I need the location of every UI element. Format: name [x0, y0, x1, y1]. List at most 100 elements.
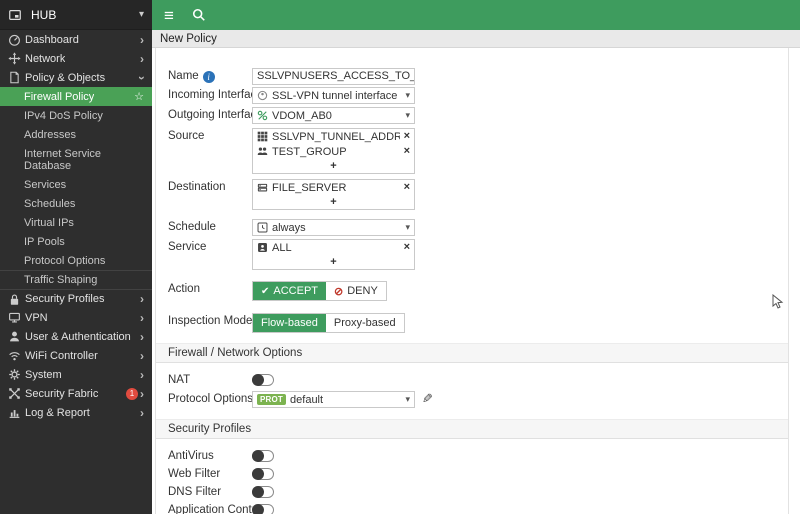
sidebar-item-firewall-policy[interactable]: Firewall Policy: [0, 87, 152, 106]
sidebar-item-user-authentication[interactable]: User & Authentication: [0, 327, 152, 346]
source-multiselect: SSLVPN_TUNNEL_ADDR1 TEST_GROUP: [252, 128, 415, 174]
destination-item[interactable]: FILE_SERVER: [253, 180, 414, 195]
inspection-mode-row: Inspection Mode Flow-based Proxy-based: [168, 313, 788, 333]
sidebar-item-services[interactable]: Services: [0, 175, 152, 194]
gear-icon: [8, 368, 25, 381]
chevron-right-icon: [140, 331, 144, 343]
protocol-options-label: Protocol Options: [168, 393, 254, 405]
dns-filter-label: DNS Filter: [168, 485, 222, 498]
sidebar-item-ip-pools[interactable]: IP Pools: [0, 232, 152, 251]
service-add-button[interactable]: [253, 255, 414, 269]
bar-chart-icon: [8, 406, 25, 419]
remove-icon[interactable]: [404, 146, 410, 157]
nat-toggle[interactable]: [252, 373, 274, 386]
breadcrumb: New Policy: [152, 30, 800, 48]
accept-button[interactable]: ACCEPT: [253, 282, 327, 300]
sidebar-item-security-profiles[interactable]: Security Profiles: [0, 289, 152, 308]
favorite-star-icon[interactable]: [134, 90, 144, 103]
schedule-label: Schedule: [168, 221, 216, 233]
action-segmented-control: ACCEPT DENY: [252, 281, 387, 301]
hamburger-menu-icon[interactable]: [164, 7, 174, 24]
firewall-network-options-header: Firewall / Network Options: [156, 343, 788, 363]
plus-icon: [330, 257, 336, 268]
protocol-options-row: Protocol Options PROT default: [168, 391, 788, 409]
caret-down-icon: [139, 9, 144, 20]
policy-form-card: Name SSLVPNUSERS_ACCESS_TO_FILESERV Inco…: [155, 48, 789, 514]
sidebar-item-internet-service-database[interactable]: Internet Service Database: [0, 144, 152, 175]
prot-badge: PROT: [257, 394, 287, 405]
dns-filter-toggle[interactable]: [252, 485, 274, 498]
sidebar-item-system[interactable]: System: [0, 365, 152, 384]
source-add-button[interactable]: [253, 159, 414, 173]
chevron-down-icon: [136, 76, 148, 80]
chevron-right-icon: [140, 293, 144, 305]
network-move-icon: [8, 52, 25, 65]
deny-button[interactable]: DENY: [326, 282, 386, 300]
chevron-right-icon: [140, 350, 144, 362]
vdom-selector[interactable]: HUB: [0, 0, 152, 30]
outgoing-interface-row: Outgoing Interface VDOM_AB0: [168, 107, 788, 125]
outgoing-interface-select[interactable]: VDOM_AB0: [252, 107, 415, 124]
application-control-toggle[interactable]: [252, 503, 274, 514]
sidebar-item-schedules[interactable]: Schedules: [0, 194, 152, 213]
chevron-right-icon: [140, 407, 144, 419]
sidebar-item-ipv4-dos-policy[interactable]: IPv4 DoS Policy: [0, 106, 152, 125]
sidebar-item-dashboard[interactable]: Dashboard: [0, 30, 152, 49]
mouse-cursor: [772, 293, 784, 313]
antivirus-toggle[interactable]: [252, 449, 274, 462]
lock-icon: [8, 293, 25, 306]
schedule-clock-icon: [257, 222, 268, 233]
protocol-options-select[interactable]: PROT default: [252, 391, 415, 408]
inspection-mode-segmented-control: Flow-based Proxy-based: [252, 313, 405, 333]
source-item[interactable]: SSLVPN_TUNNEL_ADDR1: [253, 129, 414, 144]
sidebar-item-addresses[interactable]: Addresses: [0, 125, 152, 144]
page-title: New Policy: [160, 32, 217, 45]
application-control-label: Application Control: [168, 503, 265, 514]
info-icon[interactable]: [202, 71, 215, 83]
wifi-icon: [8, 349, 25, 362]
sidebar-item-policy-objects[interactable]: Policy & Objects: [0, 68, 152, 87]
source-item[interactable]: TEST_GROUP: [253, 144, 414, 159]
nat-row: NAT: [168, 371, 788, 388]
flow-based-button[interactable]: Flow-based: [253, 314, 326, 332]
schedule-select[interactable]: always: [252, 219, 415, 236]
destination-multiselect: FILE_SERVER: [252, 179, 415, 210]
sidebar: HUB Dashboard Network Policy & Objects: [0, 0, 152, 514]
destination-add-button[interactable]: [253, 195, 414, 209]
sidebar-item-vpn[interactable]: VPN: [0, 308, 152, 327]
sidebar-item-log-report[interactable]: Log & Report: [0, 403, 152, 422]
incoming-interface-label: Incoming Interface: [168, 89, 263, 101]
caret-down-icon: [405, 222, 410, 233]
sidebar-item-security-fabric[interactable]: Security Fabric 1: [0, 384, 152, 403]
name-input[interactable]: SSLVPNUSERS_ACCESS_TO_FILESERV: [252, 68, 415, 85]
dashboard-gauge-icon: [8, 33, 25, 46]
edit-pencil-icon[interactable]: [422, 391, 433, 407]
web-filter-label: Web Filter: [168, 467, 221, 480]
top-navbar: [152, 0, 800, 30]
remove-icon[interactable]: [404, 182, 410, 193]
sidebar-item-wifi-controller[interactable]: WiFi Controller: [0, 346, 152, 365]
sidebar-item-virtual-ips[interactable]: Virtual IPs: [0, 213, 152, 232]
search-icon[interactable]: [192, 8, 206, 22]
alert-count-badge: 1: [126, 387, 138, 400]
schedule-row: Schedule always: [168, 219, 788, 237]
main-area: New Policy Name SSLVPNUSERS_ACCESS_TO_FI…: [152, 0, 800, 514]
plus-icon: [330, 161, 336, 172]
service-item[interactable]: ALL: [253, 240, 414, 255]
name-row: Name SSLVPNUSERS_ACCESS_TO_FILESERV: [168, 68, 788, 85]
incoming-interface-select[interactable]: SSL-VPN tunnel interface (ssl.VDO: [252, 87, 415, 104]
sidebar-item-network[interactable]: Network: [0, 49, 152, 68]
application-control-row: Application Control: [168, 501, 788, 514]
proxy-based-button[interactable]: Proxy-based: [326, 314, 404, 332]
tunnel-interface-icon: [257, 90, 268, 101]
sidebar-item-protocol-options[interactable]: Protocol Options: [0, 251, 152, 270]
antivirus-row: AntiVirus: [168, 447, 788, 464]
destination-row: Destination FILE_SERVER: [168, 179, 788, 213]
web-filter-toggle[interactable]: [252, 467, 274, 480]
brand-label: HUB: [31, 7, 57, 22]
remove-icon[interactable]: [404, 131, 410, 142]
inspection-mode-label: Inspection Mode: [168, 315, 253, 327]
sidebar-item-traffic-shaping[interactable]: Traffic Shaping: [0, 270, 152, 289]
server-icon: [257, 182, 268, 193]
remove-icon[interactable]: [404, 242, 410, 253]
